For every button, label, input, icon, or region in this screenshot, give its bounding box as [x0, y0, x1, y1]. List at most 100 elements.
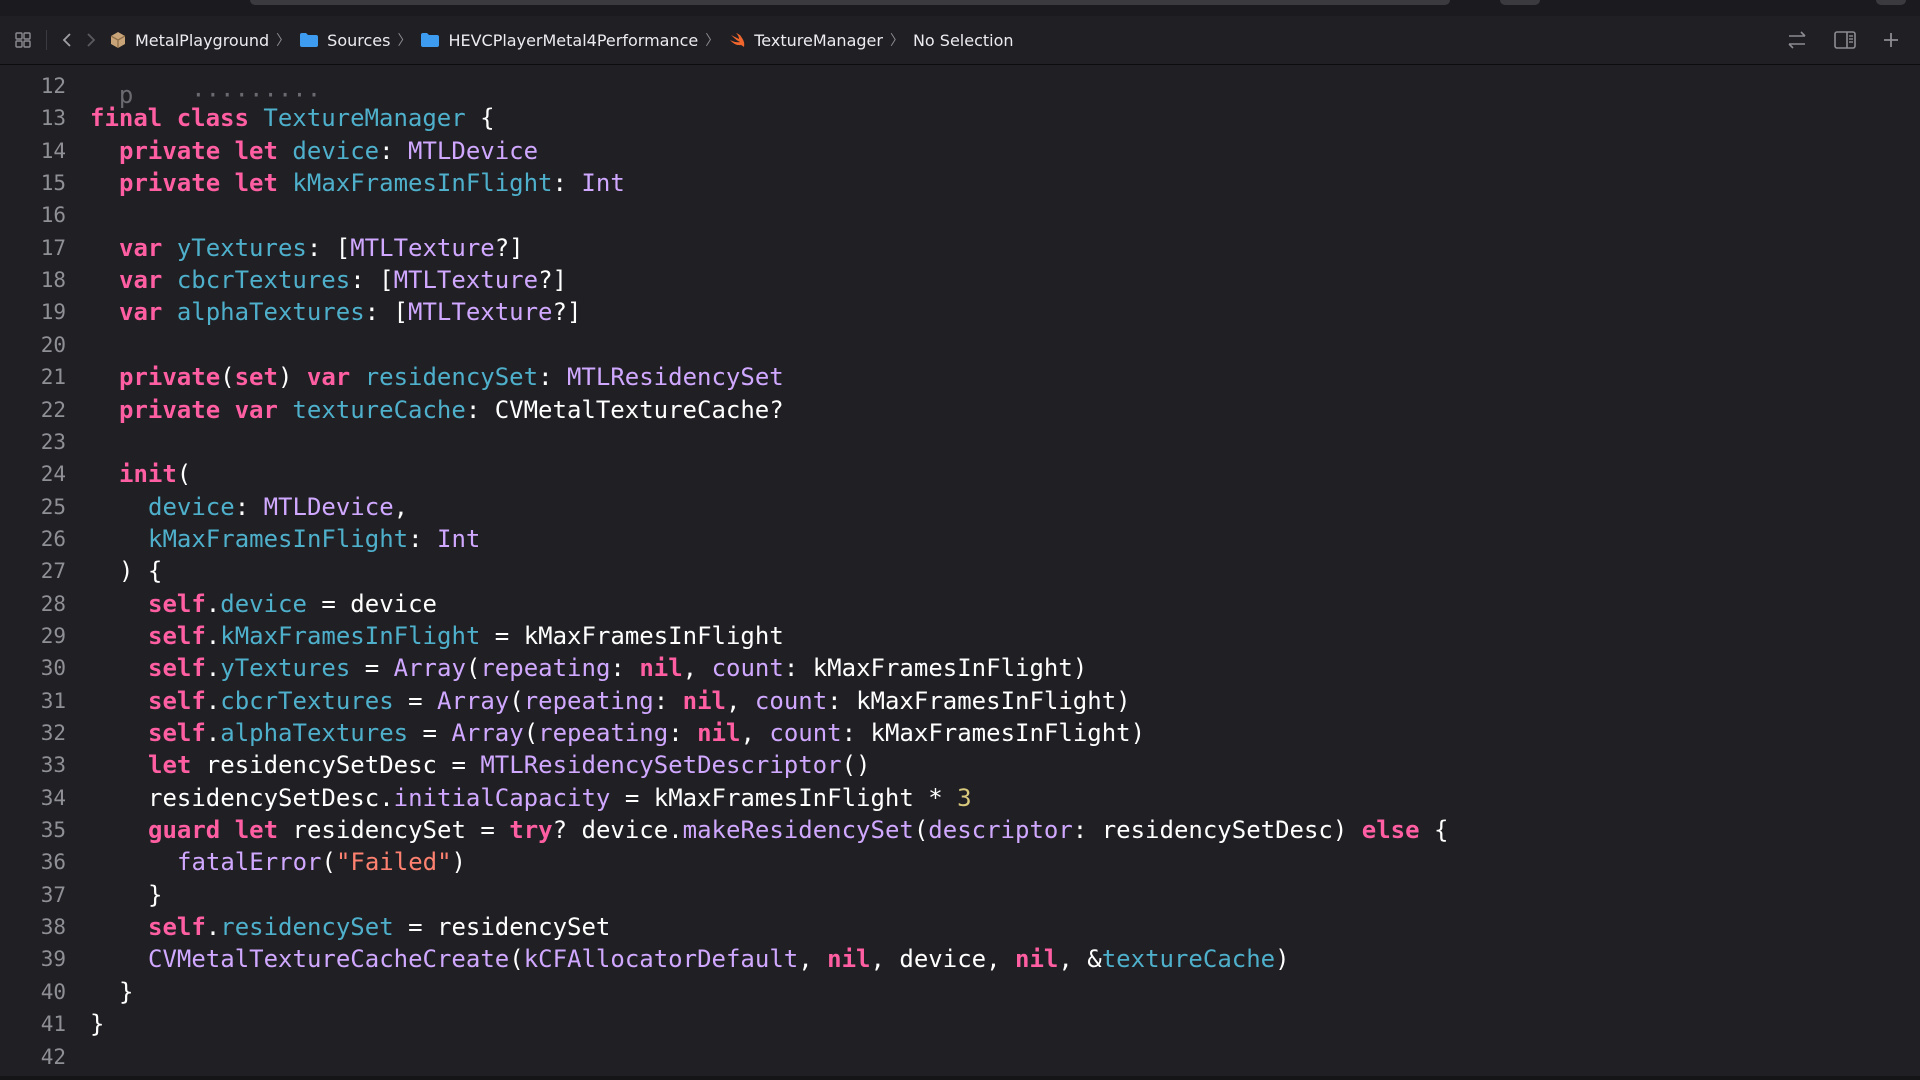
code-token: final	[90, 104, 163, 133]
code-token: var	[234, 395, 278, 424]
code-text: }	[119, 976, 133, 1008]
breadcrumb-item-sources[interactable]: Sources	[327, 31, 390, 50]
code-line[interactable]: 37}	[0, 879, 1920, 911]
package-icon	[109, 31, 127, 49]
back-icon[interactable]	[61, 32, 73, 48]
code-line[interactable]: 31 self.cbcrTextures = Array(repeating: n…	[0, 685, 1920, 717]
code-token: :	[668, 719, 698, 747]
code-token: : residencySetDesc)	[1072, 816, 1362, 845]
code-token: var	[119, 233, 163, 262]
code-token: count	[769, 719, 842, 747]
code-token: }	[90, 1010, 105, 1039]
code-token: : CVMetalTextureCache?	[465, 395, 784, 424]
code-token: (	[321, 848, 336, 877]
code-line[interactable]: 36 fatalError("Failed")	[0, 846, 1920, 878]
code-token: self	[148, 654, 206, 683]
code-token: :	[653, 686, 683, 715]
code-token: )	[277, 363, 307, 392]
code-token: nil	[697, 719, 741, 747]
code-token: guard	[148, 816, 221, 845]
forward-icon[interactable]	[85, 32, 97, 48]
code-line[interactable]: 20	[0, 329, 1920, 361]
code-line[interactable]: 34 residencySetDesc.initialCapacity = kMa…	[0, 782, 1920, 814]
source-editor[interactable]: p ········· 12 13 final class TextureManag…	[0, 65, 1920, 1080]
code-line[interactable]: 28 self.device = device	[0, 588, 1920, 620]
code-line[interactable]: 21 private(set) var residencySet: MTLResi…	[0, 361, 1920, 393]
code-text: self.cbcrTextures = Array(repeating: nil…	[148, 685, 1131, 717]
code-line[interactable]: 24 init(	[0, 458, 1920, 490]
code-line[interactable]: 12	[0, 70, 1920, 102]
code-token: , &	[1058, 945, 1102, 974]
code-token: .	[205, 686, 221, 715]
code-line[interactable]: 39 CVMetalTextureCacheCreate(kCFAllocator…	[0, 943, 1920, 975]
line-number: 32	[40, 721, 66, 745]
code-line[interactable]: 32 self.alphaTextures = Array(repeating: …	[0, 717, 1920, 749]
code-line[interactable]: 13 final class TextureManager {	[0, 102, 1920, 134]
code-line[interactable]: 14 private let device: MTLDevice	[0, 135, 1920, 167]
code-token: device	[292, 136, 380, 165]
code-line[interactable]: 27) {	[0, 555, 1920, 587]
title-pill-small	[1876, 0, 1906, 5]
code-line[interactable]: 40}	[0, 976, 1920, 1008]
code-line[interactable]: 25 device: MTLDevice,	[0, 491, 1920, 523]
code-token: {	[1419, 816, 1449, 845]
swift-icon	[728, 31, 746, 49]
code-line[interactable]: 42	[0, 1041, 1920, 1073]
code-line[interactable]: 41}	[0, 1008, 1920, 1040]
code-token: MTLTexture	[393, 266, 539, 295]
swap-icon[interactable]	[1786, 30, 1808, 50]
line-number: 20	[40, 332, 66, 357]
code-line[interactable]: 19 var alphaTextures: [MTLTexture?]	[0, 296, 1920, 328]
code-line[interactable]: 38 self.residencySet = residencySet	[0, 911, 1920, 943]
code-token: textureCache	[292, 395, 466, 424]
code-token: residencySet =	[278, 816, 510, 845]
code-token: : [	[350, 266, 394, 295]
line-number: 12	[40, 74, 66, 98]
breadcrumb-item-selection[interactable]: No Selection	[913, 31, 1014, 50]
breadcrumb-item-file[interactable]: TextureManager	[754, 31, 883, 50]
line-number: 37	[40, 882, 66, 907]
code-line[interactable]: 22 private var textureCache: CVMetalTextu…	[0, 394, 1920, 426]
line-number: 17	[40, 235, 66, 260]
line-number: 18	[40, 268, 66, 293]
line-number: 41	[40, 1012, 66, 1037]
add-icon[interactable]	[1882, 31, 1900, 49]
code-token: yTextures	[176, 233, 307, 262]
line-number: 33	[40, 753, 66, 778]
code-token: MTLResidencySetDescriptor	[480, 751, 842, 780]
code-token: }	[119, 977, 134, 1006]
code-token: private	[119, 136, 221, 165]
breadcrumb-item-folder[interactable]: HEVCPlayerMetal4Performance	[448, 31, 698, 50]
breadcrumb-item-project[interactable]: MetalPlayground	[135, 31, 269, 50]
code-token: cbcrTextures	[176, 266, 351, 295]
code-token: MTLDevice	[408, 136, 539, 165]
code-text: self.kMaxFramesInFlight = kMaxFramesInFl…	[148, 620, 784, 652]
code-token: let	[234, 169, 278, 198]
code-text: private var textureCache: CVMetalTexture…	[119, 394, 784, 426]
code-line[interactable]: 30 self.yTextures = Array(repeating: nil,…	[0, 652, 1920, 684]
code-line[interactable]: 29 self.kMaxFramesInFlight = kMaxFramesIn…	[0, 620, 1920, 652]
code-line[interactable]: 17 var yTextures: [MTLTexture?]	[0, 232, 1920, 264]
code-token: residencySet	[364, 363, 539, 392]
code-line[interactable]: 35 guard let residencySet = try? device.m…	[0, 814, 1920, 846]
code-token: var	[119, 298, 163, 327]
grid-icon[interactable]	[14, 31, 32, 49]
code-token: , device,	[870, 945, 1015, 974]
code-line[interactable]: 33 let residencySetDesc = MTLResidencySet…	[0, 749, 1920, 781]
chevron-right-icon: 〉	[397, 33, 412, 49]
code-line[interactable]: 18 var cbcrTextures: [MTLTexture?]	[0, 264, 1920, 296]
code-line[interactable]: 26 kMaxFramesInFlight: Int	[0, 523, 1920, 555]
code-line[interactable]: 23	[0, 426, 1920, 458]
line-number: 23	[40, 429, 66, 454]
code-token: makeResidencySet	[682, 816, 914, 845]
code-text: self.yTextures = Array(repeating: nil, c…	[148, 652, 1087, 684]
code-line[interactable]: 15 private let kMaxFramesInFlight: Int	[0, 167, 1920, 199]
code-token: TextureManager	[263, 104, 466, 133]
code-token: (	[509, 686, 524, 715]
code-token: )	[451, 848, 466, 877]
code-line[interactable]: 16	[0, 199, 1920, 231]
inspector-icon[interactable]	[1834, 31, 1856, 49]
